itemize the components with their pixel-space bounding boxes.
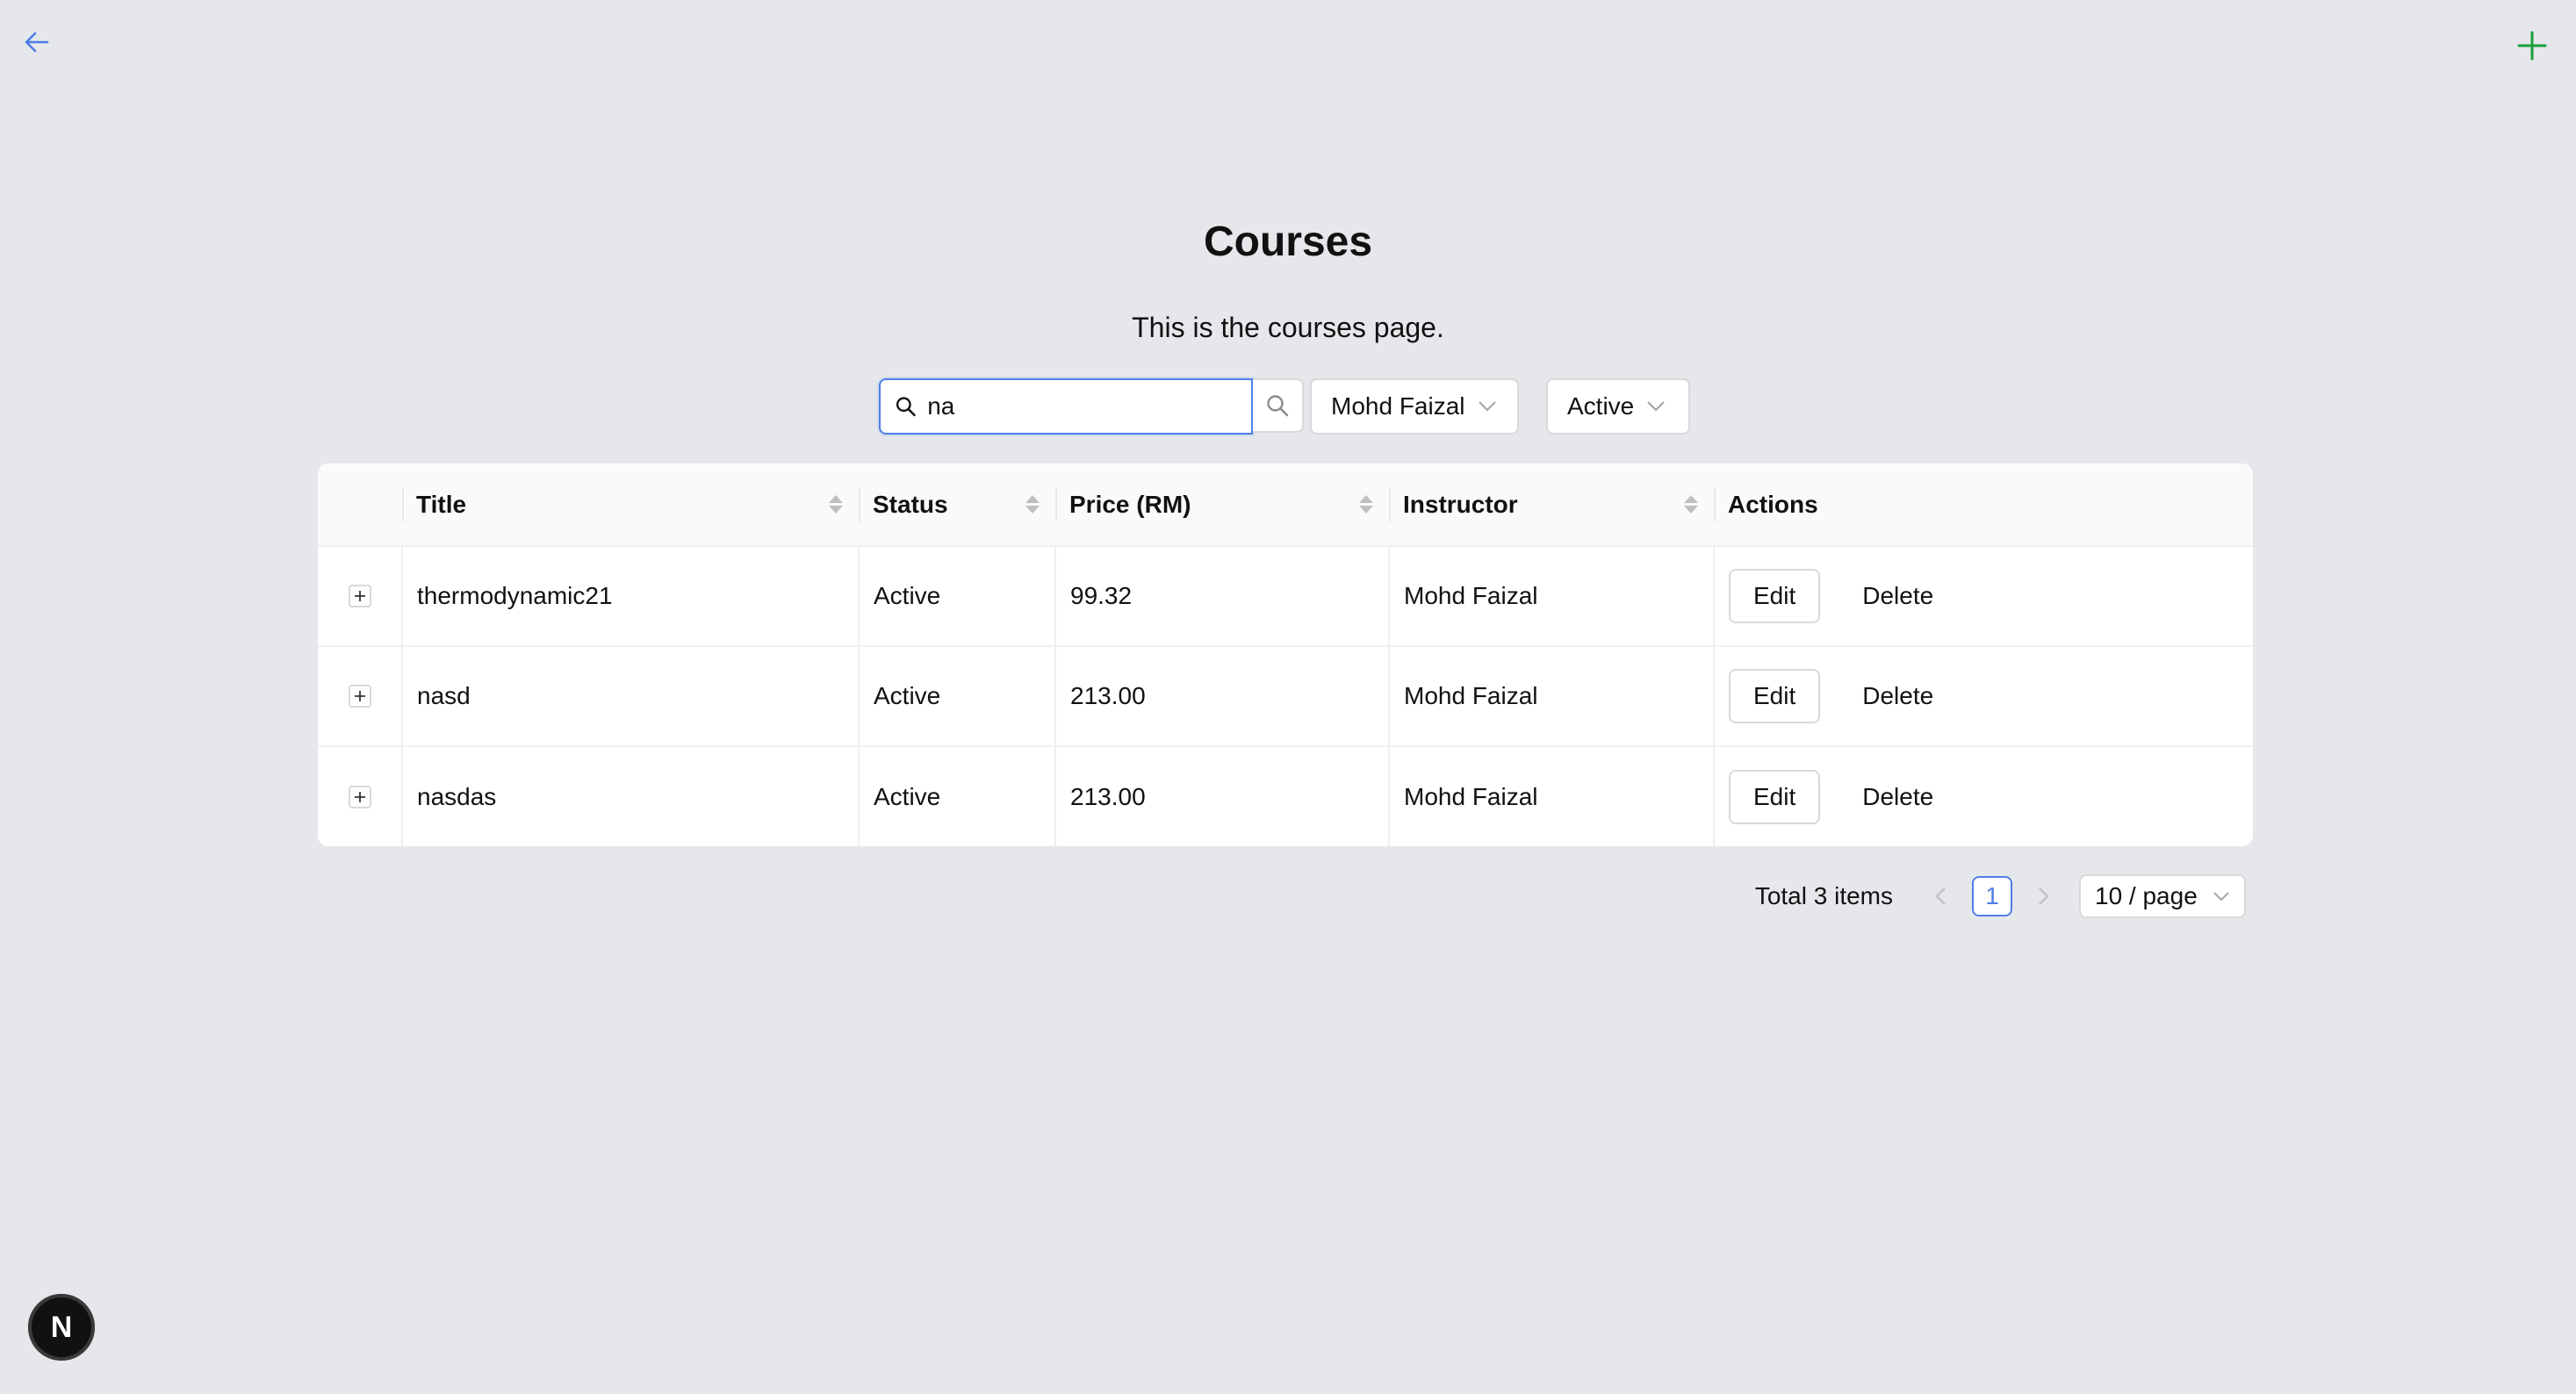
chevron-down-icon	[1478, 401, 1496, 412]
column-header-spacer	[1983, 463, 2253, 547]
expand-column-header	[318, 463, 402, 547]
sort-icon[interactable]	[829, 495, 843, 514]
page-subtitle: This is the courses page.	[1132, 312, 1444, 343]
expand-row-button[interactable]	[348, 585, 371, 607]
plus-icon	[2517, 31, 2547, 61]
status-cell: Active	[858, 746, 1055, 846]
actions-cell: Edit Delete	[1713, 746, 2253, 846]
instructor-cell: Mohd Faizal	[1388, 546, 1714, 647]
column-header-instructor[interactable]: Instructor	[1389, 463, 1714, 547]
price-cell: 213.00	[1054, 746, 1389, 846]
column-header-title[interactable]: Title	[402, 463, 859, 547]
chevron-down-icon	[2213, 892, 2229, 902]
page-size-select[interactable]: 10 / page	[2079, 874, 2246, 918]
table-row: nasd Active 213.00 Mohd Faizal Edit Delet…	[318, 646, 2253, 747]
edit-button[interactable]: Edit	[1729, 669, 1821, 723]
expand-cell	[318, 746, 402, 846]
page-size-value: 10 / page	[2095, 882, 2198, 909]
courses-table: Title Status Price (RM) Instructor Actio…	[318, 463, 2253, 846]
expand-row-button[interactable]	[348, 785, 371, 808]
search-input[interactable]	[925, 392, 1237, 421]
search-button[interactable]	[1253, 378, 1304, 433]
search-field	[879, 378, 1253, 435]
expand-cell	[318, 646, 402, 747]
courses-page: Courses This is the courses page. Mohd F…	[0, 0, 2576, 1394]
title-cell: nasd	[401, 646, 859, 747]
instructor-cell: Mohd Faizal	[1388, 746, 1714, 846]
nextjs-dev-indicator-button[interactable]: N	[28, 1294, 95, 1361]
prev-page-button[interactable]	[1923, 874, 1958, 918]
chevron-left-icon	[1935, 887, 1946, 905]
expand-row-button[interactable]	[348, 685, 371, 708]
column-header-actions: Actions	[1714, 463, 1983, 547]
plus-square-icon	[354, 591, 365, 601]
status-filter-value: Active	[1567, 392, 1635, 420]
pagination: Total 3 items 1 10 / page	[1755, 874, 2246, 918]
instructor-filter-value: Mohd Faizal	[1331, 392, 1465, 420]
avatar-letter: N	[50, 1310, 73, 1344]
delete-button[interactable]: Delete	[1839, 669, 1956, 723]
next-page-button[interactable]	[2026, 874, 2062, 918]
back-button[interactable]	[19, 25, 54, 60]
table-row: thermodynamic21 Active 99.32 Mohd Faizal…	[318, 546, 2253, 647]
edit-button[interactable]: Edit	[1729, 769, 1821, 824]
status-filter-select[interactable]: Active	[1546, 378, 1690, 435]
title-cell: thermodynamic21	[401, 546, 859, 647]
title-cell: nasdas	[401, 746, 859, 846]
status-cell: Active	[858, 546, 1055, 647]
pagination-total: Total 3 items	[1754, 882, 1893, 909]
status-cell: Active	[858, 646, 1055, 747]
instructor-cell: Mohd Faizal	[1388, 646, 1714, 747]
page-number-button[interactable]: 1	[1972, 876, 2012, 916]
search-icon	[896, 397, 916, 417]
search-group	[879, 378, 1304, 435]
sort-icon[interactable]	[1684, 495, 1698, 514]
page-title: Courses	[1203, 219, 1373, 265]
expand-cell	[318, 546, 402, 647]
chevron-down-icon	[1647, 401, 1666, 412]
table-header-row: Title Status Price (RM) Instructor Actio…	[318, 463, 2253, 547]
sort-icon[interactable]	[1359, 495, 1373, 514]
chevron-right-icon	[2039, 887, 2049, 905]
price-cell: 99.32	[1054, 546, 1389, 647]
delete-button[interactable]: Delete	[1839, 770, 1956, 824]
sort-icon[interactable]	[1025, 495, 1040, 514]
delete-button[interactable]: Delete	[1839, 569, 1956, 623]
price-cell: 213.00	[1054, 646, 1389, 747]
actions-cell: Edit Delete	[1713, 546, 2253, 647]
plus-square-icon	[354, 791, 365, 802]
plus-square-icon	[354, 691, 365, 701]
instructor-filter-select[interactable]: Mohd Faizal	[1310, 378, 1519, 435]
edit-button[interactable]: Edit	[1729, 569, 1821, 623]
search-icon	[1267, 395, 1289, 417]
column-header-price[interactable]: Price (RM)	[1055, 463, 1389, 547]
add-course-button[interactable]	[2513, 26, 2551, 65]
actions-cell: Edit Delete	[1713, 646, 2253, 747]
arrow-left-icon	[25, 32, 49, 53]
table-row: nasdas Active 213.00 Mohd Faizal Edit Del…	[318, 746, 2253, 846]
column-header-status[interactable]: Status	[859, 463, 1055, 547]
